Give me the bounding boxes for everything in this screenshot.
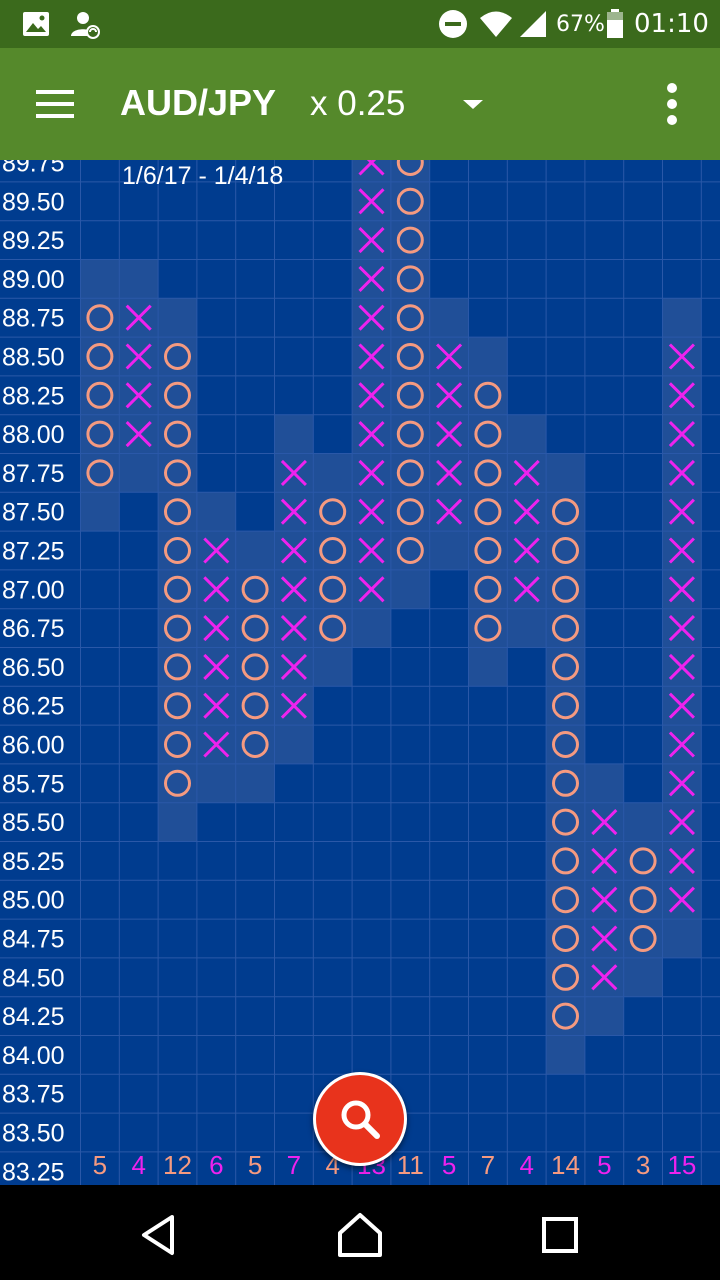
image-icon xyxy=(22,0,50,48)
y-tick-label: 87.75 xyxy=(2,460,65,488)
column-count-label: 5 xyxy=(93,1150,107,1180)
y-tick-label: 83.25 xyxy=(2,1158,65,1185)
date-range-label: 1/6/17 - 1/4/18 xyxy=(122,162,284,190)
app-bar: AUD/JPY x 0.25 xyxy=(0,48,720,160)
y-tick-label: 83.50 xyxy=(2,1120,65,1148)
search-icon xyxy=(341,1100,380,1139)
y-tick-label: 87.00 xyxy=(2,576,65,604)
home-icon[interactable] xyxy=(336,1211,384,1259)
y-tick-label: 87.25 xyxy=(2,538,65,566)
y-tick-label: 85.00 xyxy=(2,887,65,915)
sync-person-icon xyxy=(68,0,102,48)
y-tick-label: 86.00 xyxy=(2,732,65,760)
y-tick-label: 88.50 xyxy=(2,344,65,372)
y-tick-label: 88.75 xyxy=(2,305,65,333)
y-tick-label: 84.00 xyxy=(2,1042,65,1070)
y-tick-label: 84.75 xyxy=(2,926,65,954)
battery-icon xyxy=(606,0,624,48)
y-tick-label: 86.75 xyxy=(2,615,65,643)
column-count-label: 3 xyxy=(636,1150,650,1180)
search-button[interactable] xyxy=(313,1072,407,1166)
y-tick-label: 86.25 xyxy=(2,693,65,721)
y-tick-label: 85.50 xyxy=(2,809,65,837)
symbol-title[interactable]: AUD/JPY xyxy=(120,82,276,124)
column-count-label: 14 xyxy=(551,1150,580,1180)
column-count-label: 5 xyxy=(442,1150,456,1180)
column-count-label: 5 xyxy=(248,1150,262,1180)
y-tick-label: 84.50 xyxy=(2,964,65,992)
y-tick-label: 85.25 xyxy=(2,848,65,876)
y-tick-label: 88.25 xyxy=(2,382,65,410)
column-count-label: 6 xyxy=(209,1150,223,1180)
column-band xyxy=(623,802,663,997)
y-tick-label: 83.75 xyxy=(2,1081,65,1109)
column-count-label: 4 xyxy=(131,1150,145,1180)
box-size-multiplier[interactable]: x 0.25 xyxy=(310,84,405,124)
status-bar: 67% 01:10 xyxy=(0,0,720,48)
y-tick-label: 87.50 xyxy=(2,499,65,527)
pnf-chart[interactable]: 89.75 89.50 89.25 89.00 88.75 88.50 88.25 88.00… xyxy=(0,160,720,1185)
column-count-label: 12 xyxy=(163,1150,192,1180)
column-band xyxy=(352,160,391,648)
y-tick-label: 86.50 xyxy=(2,654,65,682)
recents-icon[interactable] xyxy=(540,1215,580,1255)
hamburger-icon[interactable] xyxy=(28,86,84,126)
column-count-label: 5 xyxy=(597,1150,611,1180)
y-tick-label: 85.75 xyxy=(2,770,65,798)
wifi-icon xyxy=(479,0,513,48)
y-tick-label: 84.25 xyxy=(2,1003,65,1031)
clock: 01:10 xyxy=(634,9,709,39)
column-count-label: 7 xyxy=(481,1150,495,1180)
column-count-label: 15 xyxy=(667,1150,696,1180)
y-tick-label: 89.00 xyxy=(2,266,65,294)
column-band xyxy=(235,531,275,803)
y-tick-label: 89.25 xyxy=(2,227,65,255)
y-tick-label: 89.75 xyxy=(2,160,65,178)
dnd-icon xyxy=(438,0,468,48)
battery-percent: 67% xyxy=(556,11,605,37)
y-tick-label: 88.00 xyxy=(2,421,65,449)
dropdown-arrow-icon[interactable] xyxy=(458,92,488,116)
y-tick-label: 89.50 xyxy=(2,188,65,216)
column-band xyxy=(468,337,508,687)
column-count-label: 4 xyxy=(519,1150,533,1180)
column-count-label: 7 xyxy=(287,1150,301,1180)
nav-bar xyxy=(0,1185,720,1280)
column-band xyxy=(80,259,120,532)
signal-icon xyxy=(518,0,548,48)
more-vert-icon[interactable] xyxy=(652,80,692,128)
back-icon[interactable] xyxy=(136,1211,184,1259)
pnf-chart-svg: 89.75 89.50 89.25 89.00 88.75 88.50 88.25 88.00… xyxy=(0,160,720,1185)
column-count-label: 11 xyxy=(397,1150,424,1180)
